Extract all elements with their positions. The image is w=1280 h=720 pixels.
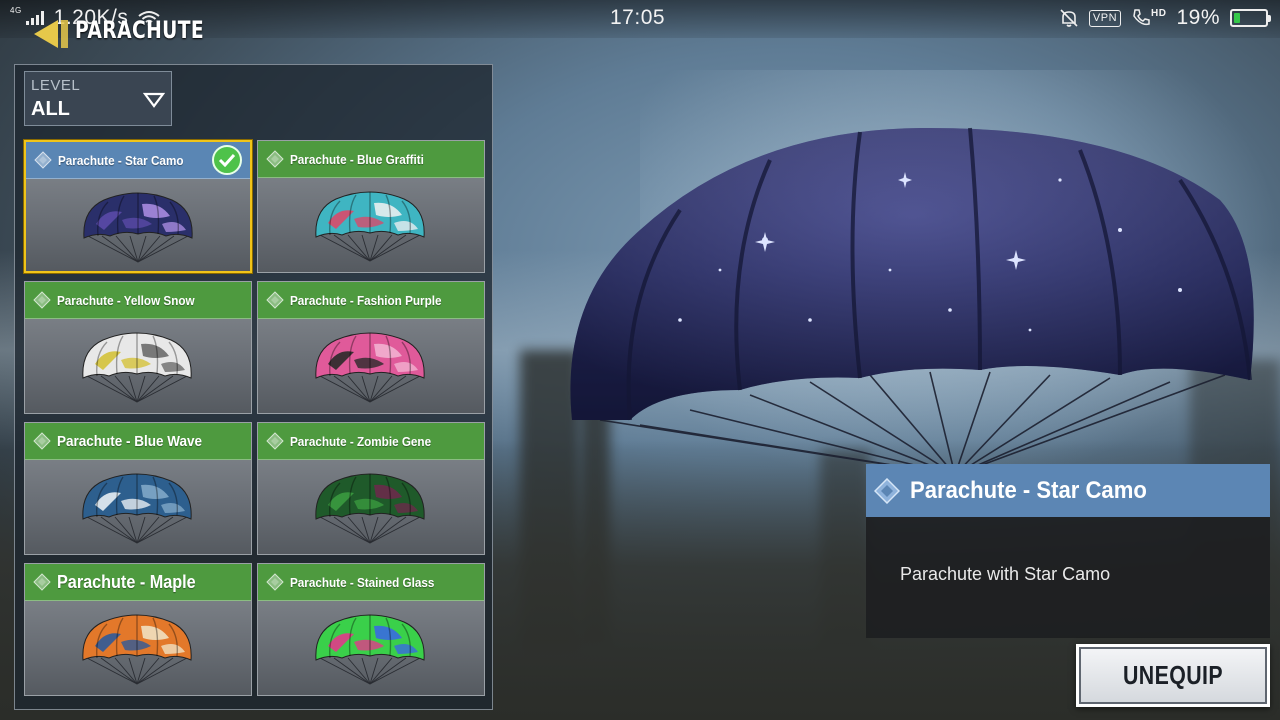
item-detail-description: Parachute with Star Camo [900,564,1111,584]
rarity-diamond-icon [266,291,284,309]
parachute-card[interactable]: Parachute - Maple [24,563,252,696]
parachute-card-name: Parachute - Blue Wave [57,432,203,450]
battery-percent: 19% [1176,6,1220,29]
parachute-card-header: Parachute - Zombie Gene [258,423,484,460]
parachute-preview [570,127,1254,476]
parachute-card[interactable]: Parachute - Yellow Snow [24,281,252,414]
parachute-card-name: Parachute - Stained Glass [290,574,435,590]
level-filter-label: LEVEL [31,77,81,94]
rarity-diamond-icon [33,432,51,450]
rarity-diamond-icon [266,150,284,168]
hd-call-icon: HD [1131,8,1166,28]
network-type: 4G [10,5,22,15]
item-detail-title: Parachute - Star Camo [910,476,1147,504]
parachute-card-header: Parachute - Stained Glass [258,564,484,601]
item-detail-header: Parachute - Star Camo [866,464,1270,517]
parachute-card-name: Parachute - Maple [57,571,196,592]
parachute-card-name: Parachute - Fashion Purple [290,292,442,308]
parachute-card-name: Parachute - Star Camo [58,152,184,168]
parachute-card-header: Parachute - Fashion Purple [258,282,484,319]
parachute-thumbnail [82,614,192,685]
clock: 17:05 [610,6,666,29]
parachute-thumbnail [315,332,425,403]
battery-icon [1230,9,1271,27]
parachute-card-header: Parachute - Blue Graffiti [258,141,484,178]
parachute-card[interactable]: Parachute - Zombie Gene [257,422,485,555]
parachute-card-header: Parachute - Yellow Snow [25,282,251,319]
rarity-diamond-icon [33,291,51,309]
item-list-panel: LEVEL ALL Parachute - Star Camo Parachute… [14,64,493,710]
unequip-button-label: UNEQUIP [1122,660,1224,690]
level-filter-value: ALL [31,98,70,120]
parachute-card-header: Parachute - Maple [25,564,251,601]
item-detail-panel: Parachute - Star Camo Parachute with Sta… [866,464,1270,638]
rarity-diamond-icon [266,432,284,450]
vpn-badge: VPN [1088,9,1122,27]
rarity-diamond-icon [34,151,52,169]
parachute-thumbnail [315,191,425,262]
unequip-button[interactable]: UNEQUIP [1076,644,1270,707]
level-filter-dropdown[interactable]: LEVEL ALL [24,71,172,126]
parachute-card[interactable]: Parachute - Blue Wave [24,422,252,555]
rarity-diamond-icon [33,573,51,591]
parachute-thumbnail [315,473,425,544]
parachute-thumbnail [82,332,192,403]
rarity-diamond-icon [266,573,284,591]
parachute-card[interactable]: Parachute - Star Camo [24,140,252,273]
rarity-diamond-icon [874,477,900,504]
parachute-card-name: Parachute - Blue Graffiti [290,151,424,167]
parachute-thumbnail [82,473,192,544]
equipped-check-icon [212,145,242,175]
parachute-card[interactable]: Parachute - Stained Glass [257,563,485,696]
parachute-card[interactable]: Parachute - Fashion Purple [257,281,485,414]
back-arrow-icon[interactable] [30,14,72,54]
page-title: PARACHUTE [75,16,205,44]
mute-bell-icon [1060,9,1078,27]
parachute-card[interactable]: Parachute - Blue Graffiti [257,140,485,273]
parachute-thumbnail [83,192,193,263]
parachute-thumbnail [315,614,425,685]
parachute-card-name: Parachute - Zombie Gene [290,433,432,449]
parachute-card-name: Parachute - Yellow Snow [57,292,195,308]
parachute-card-header: Parachute - Blue Wave [25,423,251,460]
chevron-down-icon [143,92,165,108]
